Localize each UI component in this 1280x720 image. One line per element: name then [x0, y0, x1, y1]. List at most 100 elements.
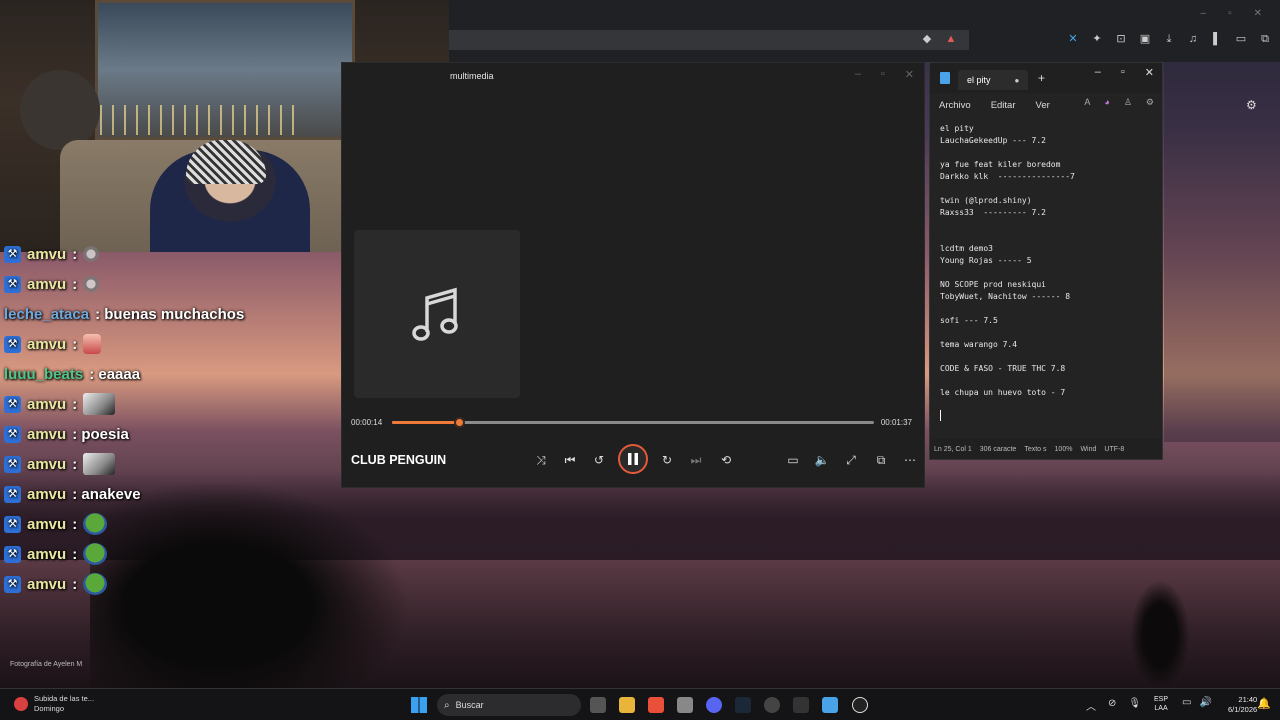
- chat-username: amvu: [27, 275, 67, 293]
- chat-username: amvu: [27, 455, 67, 473]
- gear-icon[interactable]: ⚙: [1246, 98, 1257, 112]
- notepad-app-icon: [940, 72, 950, 84]
- chat-text: :: [72, 395, 78, 413]
- media-player-taskbar-icon[interactable]: [852, 697, 868, 713]
- clock[interactable]: 21:40 6/1/2026: [1228, 695, 1257, 715]
- browser-window-controls: – ▫ ✕: [1201, 8, 1263, 19]
- menu-editar[interactable]: Editar: [991, 100, 1016, 111]
- chat-text: :: [72, 335, 78, 353]
- chat-badge-icon: ⚒: [4, 545, 21, 563]
- discord-icon[interactable]: [706, 697, 722, 713]
- chat-emote-char: [83, 334, 102, 354]
- close-icon[interactable]: ✕: [905, 68, 914, 81]
- language-indicator[interactable]: ESP LAA: [1154, 695, 1168, 713]
- settings-icon[interactable]: ⚙: [1146, 97, 1154, 108]
- task-view-icon[interactable]: [590, 697, 606, 713]
- shuffle-icon[interactable]: ⤨: [530, 449, 552, 471]
- chat-text: : buenas muchachos: [95, 305, 245, 323]
- fullscreen-icon[interactable]: ⤢: [840, 449, 862, 471]
- brave-browser-icon[interactable]: [648, 697, 664, 713]
- rewind-10-icon[interactable]: ↺: [588, 449, 610, 471]
- notification-text: Subida de las te... Domingo: [34, 694, 94, 714]
- status-encoding[interactable]: UTF-8: [1104, 446, 1124, 453]
- copilot-icon[interactable]: ◕: [1104, 97, 1109, 108]
- maximize-icon[interactable]: ▫: [1228, 8, 1232, 19]
- taskbar-search[interactable]: ⌕ Buscar: [437, 694, 581, 716]
- subtitles-icon[interactable]: ▭: [782, 449, 804, 471]
- player-title: multimedia: [450, 71, 494, 81]
- minimize-icon[interactable]: –: [855, 68, 861, 81]
- calculator-icon[interactable]: [677, 697, 693, 713]
- file-explorer-icon[interactable]: [619, 697, 635, 713]
- menu-archivo[interactable]: Archivo: [939, 100, 971, 111]
- system-tray: ︿ ⊘ 🎙: [1086, 698, 1141, 713]
- status-zoom[interactable]: 100%: [1055, 446, 1073, 453]
- speaker-icon: 🔊: [1199, 697, 1212, 708]
- minimize-icon[interactable]: –: [1201, 8, 1207, 19]
- music-icon[interactable]: ♫: [1186, 32, 1200, 46]
- wallet-icon[interactable]: ▭: [1234, 32, 1248, 46]
- translate-icon[interactable]: ✕: [1066, 32, 1080, 46]
- status-eol[interactable]: Wind: [1080, 446, 1096, 453]
- notification-bell-icon[interactable]: 🔔: [1257, 697, 1271, 710]
- extensions-icon[interactable]: ✦: [1090, 32, 1104, 46]
- notification-sub: Domingo: [34, 704, 65, 713]
- chat-username: amvu: [27, 245, 67, 263]
- unsaved-dot-icon[interactable]: ●: [1015, 76, 1020, 85]
- miniplayer-icon[interactable]: ⧉: [870, 449, 892, 471]
- maximize-icon[interactable]: ▫: [1121, 66, 1125, 79]
- next-icon[interactable]: ⏭: [685, 449, 707, 471]
- close-icon[interactable]: ✕: [1254, 8, 1262, 19]
- media-icon[interactable]: ▣: [1138, 32, 1152, 46]
- chevron-up-icon[interactable]: ︿: [1086, 698, 1096, 713]
- notepad-tab[interactable]: el pity ●: [958, 70, 1028, 90]
- tray-app-icon[interactable]: ⊘: [1108, 698, 1116, 713]
- chat-badge-icon: ⚒: [4, 485, 21, 503]
- seek-bar[interactable]: [392, 417, 874, 428]
- copy-icon[interactable]: ⧉: [1258, 32, 1272, 46]
- chat-message: ⚒ amvu:: [4, 332, 102, 356]
- previous-icon[interactable]: ⏮: [559, 449, 581, 471]
- screenshot-icon[interactable]: ⊡: [1114, 32, 1128, 46]
- media-player-window: multimedia – ▫ ✕ 00:00:14 00:01:37 CLUB …: [341, 62, 925, 488]
- menu-ver[interactable]: Ver: [1036, 100, 1050, 111]
- notepad-taskbar-icon[interactable]: [822, 697, 838, 713]
- status-position: Ln 25, Col 1: [934, 445, 972, 453]
- account-icon[interactable]: ♙: [1124, 97, 1132, 108]
- volume-icon[interactable]: 🔈: [811, 449, 833, 471]
- browser-address-bar[interactable]: [449, 30, 969, 50]
- microphone-icon[interactable]: 🎙: [1128, 698, 1141, 713]
- shield-icon[interactable]: ◆: [920, 32, 934, 46]
- chat-overlay: ⚒ amvu: ⚒ amvu: leche_ataca: buenas muchacho…: [0, 245, 340, 606]
- obs-icon[interactable]: [764, 697, 780, 713]
- minimize-icon[interactable]: –: [1095, 66, 1101, 79]
- download-icon[interactable]: ⤓: [1162, 32, 1176, 46]
- close-icon[interactable]: ✕: [1145, 66, 1154, 79]
- search-label: Buscar: [455, 700, 484, 710]
- notepad-text-area[interactable]: el pity LauchaGekeedUp --- 7.2 ya fue fe…: [940, 123, 1160, 399]
- webcam-shark-plush: [20, 70, 100, 150]
- repeat-off-icon[interactable]: ⟲: [715, 449, 737, 471]
- total-time: 00:01:37: [880, 418, 912, 427]
- steam-icon[interactable]: [735, 697, 751, 713]
- maximize-icon[interactable]: ▫: [881, 68, 885, 81]
- chat-emote-frog: [83, 513, 108, 535]
- seek-thumb[interactable]: [453, 417, 465, 428]
- album-art: [354, 230, 520, 398]
- taskbar-notification[interactable]: Subida de las te... Domingo: [14, 694, 94, 714]
- forward-30-icon[interactable]: ↻: [656, 449, 678, 471]
- quick-settings[interactable]: ▭ 🔊: [1182, 697, 1212, 708]
- rewards-icon[interactable]: ▲: [944, 32, 958, 46]
- capcut-icon[interactable]: [793, 697, 809, 713]
- font-icon[interactable]: A: [1084, 97, 1090, 108]
- notification-app-icon: [14, 697, 28, 711]
- new-tab-icon[interactable]: +: [1038, 71, 1045, 85]
- pause-button[interactable]: [618, 444, 648, 474]
- chat-badge-icon: ⚒: [4, 425, 21, 443]
- windows-start-icon[interactable]: [411, 697, 427, 713]
- chat-username: amvu: [27, 515, 67, 533]
- chat-emote-small: [83, 246, 100, 262]
- sidebar-icon[interactable]: ▌: [1210, 32, 1224, 46]
- more-options-icon[interactable]: ⋯: [899, 449, 921, 471]
- chat-username: amvu: [27, 425, 67, 443]
